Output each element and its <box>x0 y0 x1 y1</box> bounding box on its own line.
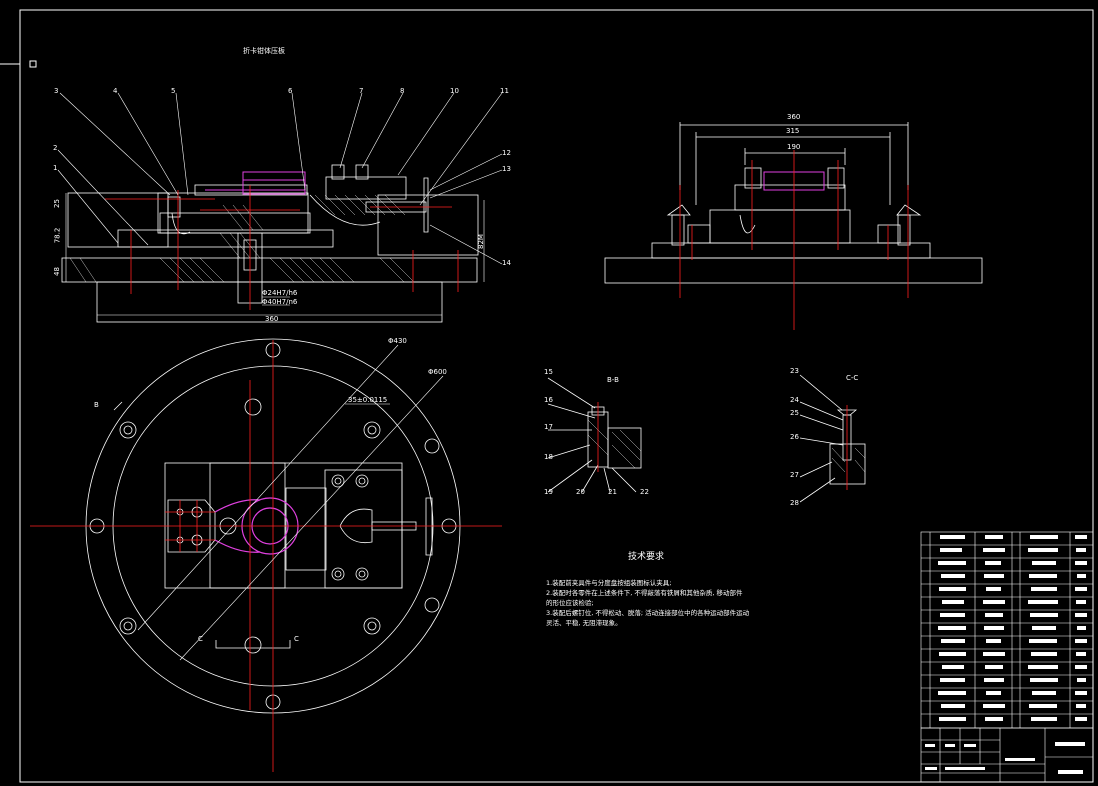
callout: 8 <box>400 87 405 95</box>
dim-fit-2: Φ40H7/n6 <box>262 298 298 306</box>
section-cc-title: C-C <box>846 374 859 382</box>
section-bb-title: B-B <box>607 376 619 384</box>
plan-leaders <box>137 344 444 661</box>
front-workpiece <box>205 171 306 195</box>
dim-side-315: 315 <box>786 127 800 135</box>
dim-dia-430: Φ430 <box>388 337 407 345</box>
callout: 4 <box>113 87 118 95</box>
callout: 23 <box>790 367 799 375</box>
callout: 13 <box>502 165 511 173</box>
tech-req-body: 1.装配前夹具件与分度盘按组装图标认夹具; 2.装配时各零件在上述条件下, 不得… <box>546 578 806 628</box>
tech-req-line: 的形位应该检验; <box>546 599 594 607</box>
tech-req-line: 灵活、平稳, 无阻滞现象。 <box>546 619 622 627</box>
dim-left-1: 25 <box>52 199 61 208</box>
tech-req-line: 3.装配后螺钉位, 不得松动、脱落; 活动连接部位中的各种运动部件运动 <box>546 609 750 617</box>
callout: 11 <box>500 87 509 95</box>
view-marker-c-right: C <box>294 635 299 643</box>
dim-left-3: 48 <box>52 267 61 276</box>
section-cc-view <box>799 374 866 503</box>
dim-side-190: 190 <box>787 143 801 151</box>
callout: 5 <box>171 87 176 95</box>
callout: 3 <box>54 87 59 95</box>
callout: 22 <box>640 488 649 496</box>
callout: 21 <box>608 488 617 496</box>
tech-req-line: 1.装配前夹具件与分度盘按组装图标认夹具; <box>546 579 672 587</box>
tech-req-line: 2.装配时各零件在上述条件下, 不得敲落有铁屑和其他杂质, 移动部件 <box>546 589 743 597</box>
callout: 2 <box>53 144 58 152</box>
callout: 26 <box>790 433 799 441</box>
callout: 16 <box>544 396 553 404</box>
callout: 19 <box>544 488 553 496</box>
callout: 6 <box>288 87 293 95</box>
callout: 24 <box>790 396 799 404</box>
callout: 10 <box>450 87 459 95</box>
view-marker-b: B <box>94 401 99 409</box>
callout: 28 <box>790 499 799 507</box>
plan-centerlines <box>30 340 502 772</box>
cad-drawing <box>0 9 1094 783</box>
section-bb-view <box>547 377 642 493</box>
callout: 15 <box>544 368 553 376</box>
dim-right: 82M <box>476 234 485 249</box>
dim-fit-1: Φ24H7/h6 <box>262 289 298 297</box>
callout: 18 <box>544 453 553 461</box>
callout: 12 <box>502 149 511 157</box>
view-marker-c-left: C <box>198 635 203 643</box>
dim-dia-600: Φ600 <box>428 368 447 376</box>
callout: 20 <box>576 488 585 496</box>
dim-front-width: 360 <box>265 315 279 323</box>
title-block-text-blocks <box>925 742 1085 774</box>
callout: 1 <box>53 164 58 172</box>
callout: 27 <box>790 471 799 479</box>
parts-list-text-blocks <box>938 535 1087 721</box>
tech-req-title: 技术要求 <box>628 552 665 562</box>
callout: 7 <box>359 87 364 95</box>
dim-side-360: 360 <box>787 113 801 121</box>
front-view-title: 折卡钳体压板 <box>243 47 285 55</box>
callout: 17 <box>544 423 553 431</box>
callout: 25 <box>790 409 799 417</box>
dim-left-2: 78.2 <box>53 227 62 244</box>
side-centerlines <box>679 150 909 330</box>
dim-offset: 35±0.0115 <box>348 396 388 404</box>
callout: 14 <box>502 259 511 267</box>
